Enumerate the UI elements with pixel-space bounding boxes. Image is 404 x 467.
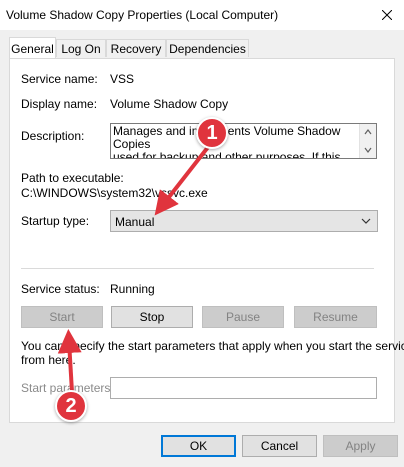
apply-button[interactable]: Apply: [323, 435, 398, 457]
cancel-button[interactable]: Cancel: [242, 435, 317, 457]
start-parameters-input[interactable]: [110, 377, 377, 399]
callout-badge-2: 2: [55, 390, 87, 422]
stop-button[interactable]: Stop: [111, 306, 193, 328]
description-line-1: Manages and implements Volume Shadow Cop…: [113, 124, 341, 151]
chevron-down-icon: [361, 218, 371, 224]
description-textbox[interactable]: Manages and implements Volume Shadow Cop…: [110, 123, 377, 159]
startup-type-value: Manual: [115, 215, 155, 229]
tab-dependencies[interactable]: Dependencies: [166, 39, 249, 57]
title-bar: Volume Shadow Copy Properties (Local Com…: [0, 0, 404, 30]
scroll-up-icon[interactable]: [364, 128, 372, 136]
resume-button[interactable]: Resume: [294, 306, 377, 328]
general-panel: [9, 58, 395, 423]
path-label: Path to executable:: [21, 171, 124, 185]
help-text-line-2: from here.: [21, 353, 76, 367]
tab-general[interactable]: General: [9, 37, 56, 59]
callout-badge-1: 1: [196, 117, 228, 149]
section-divider: [21, 268, 374, 269]
service-name-value: VSS: [110, 72, 135, 86]
tab-recovery[interactable]: Recovery: [106, 39, 166, 57]
scroll-down-icon[interactable]: [364, 146, 372, 154]
window-title: Volume Shadow Copy Properties (Local Com…: [6, 8, 279, 22]
ok-button[interactable]: OK: [161, 435, 236, 457]
description-line-2: used for backup and other purposes. If t…: [113, 150, 341, 159]
pause-button[interactable]: Pause: [202, 306, 284, 328]
start-button[interactable]: Start: [21, 306, 103, 328]
path-value: C:\WINDOWS\system32\vssvc.exe: [21, 186, 208, 200]
display-name-value: Volume Shadow Copy: [110, 97, 229, 111]
tab-log-on[interactable]: Log On: [56, 39, 106, 57]
service-status-label: Service status:: [21, 282, 100, 296]
description-label: Description:: [21, 129, 85, 143]
description-scrollbar[interactable]: [359, 124, 376, 158]
service-name-label: Service name:: [21, 72, 98, 86]
help-text-line-1: You can specify the start parameters tha…: [21, 339, 404, 353]
service-status-value: Running: [110, 282, 155, 296]
display-name-label: Display name:: [21, 97, 98, 111]
close-icon: [382, 10, 392, 20]
startup-type-select[interactable]: Manual: [110, 210, 378, 232]
close-button[interactable]: [370, 0, 404, 30]
startup-type-label: Startup type:: [21, 214, 90, 228]
